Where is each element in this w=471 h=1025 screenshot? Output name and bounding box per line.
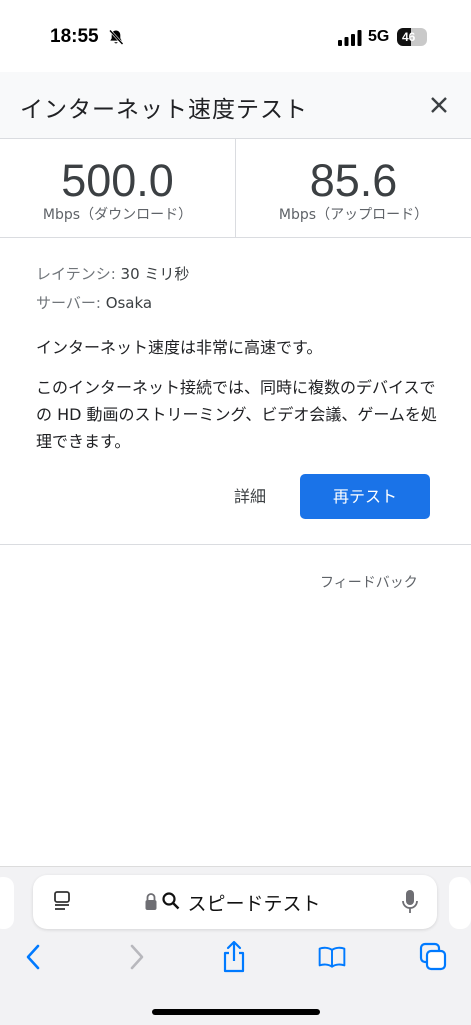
retest-button[interactable]: 再テスト [300, 474, 430, 519]
battery-indicator: 46 [397, 28, 427, 46]
download-speed-value: 500.0 [61, 155, 174, 206]
home-indicator [152, 1009, 320, 1015]
tabs-icon[interactable] [418, 940, 448, 974]
download-result: 500.0 Mbps（ダウンロード） [0, 139, 236, 237]
back-icon[interactable] [19, 940, 49, 974]
details-button[interactable]: 詳細 [234, 483, 266, 507]
address-query: スピードテスト [187, 893, 321, 915]
feedback-link[interactable]: フィードバック [320, 572, 418, 592]
upload-result: 85.6 Mbps（アップロード） [236, 139, 471, 237]
upload-speed-unit: Mbps（アップロード） [278, 207, 429, 223]
bell-muted-icon [109, 29, 124, 45]
divider [0, 544, 471, 545]
status-bar: 18:55 5G 46 [0, 0, 471, 72]
share-icon[interactable] [219, 940, 249, 974]
address-text: スピードテスト [33, 889, 437, 916]
bookmarks-icon[interactable] [317, 940, 347, 974]
microphone-icon[interactable] [401, 889, 419, 915]
server-label: サーバー: [36, 294, 101, 312]
page-title: インターネット速度テスト [20, 97, 308, 123]
server-value: Osaka [105, 294, 153, 312]
speed-description: このインターネット接続では、同時に複数のデバイスでの HD 動画のストリーミング… [36, 378, 437, 451]
speedtest-header: インターネット速度テスト [0, 72, 471, 139]
status-message: インターネット速度は非常に高速です。 [36, 338, 323, 357]
address-bar[interactable]: スピードテスト [33, 875, 437, 929]
latency-row: レイテンシ: 30 ミリ秒 [36, 263, 189, 284]
previous-tab-peek[interactable] [0, 877, 14, 929]
speed-results: 500.0 Mbps（ダウンロード） 85.6 Mbps（アップロード） [0, 139, 471, 238]
signal-strength-icon [338, 30, 362, 46]
latency-value: 30 ミリ秒 [120, 265, 190, 283]
upload-speed-value: 85.6 [309, 155, 398, 206]
latency-label: レイテンシ: [36, 265, 116, 283]
download-speed-unit: Mbps（ダウンロード） [42, 207, 193, 223]
next-tab-peek[interactable] [449, 877, 471, 929]
network-type: 5G [368, 28, 390, 45]
server-row: サーバー: Osaka [36, 292, 152, 313]
forward-icon[interactable] [121, 940, 151, 974]
close-icon[interactable] [426, 92, 452, 118]
status-time: 18:55 [50, 26, 99, 47]
